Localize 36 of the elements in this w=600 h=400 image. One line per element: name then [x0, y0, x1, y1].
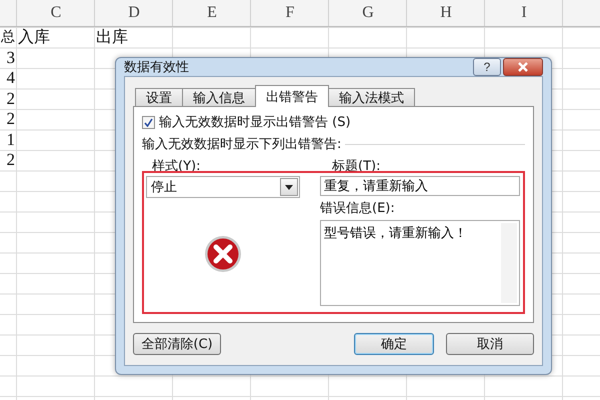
- column-header[interactable]: H: [407, 0, 485, 26]
- column-header[interactable]: G: [329, 0, 407, 26]
- section-label: 输入无效数据时显示下列出错警告:: [142, 136, 342, 153]
- cell-text: 2: [6, 109, 15, 130]
- column-header[interactable]: E: [173, 0, 251, 26]
- message-field[interactable]: 型号错误，请重新输入！: [320, 220, 520, 306]
- tab[interactable]: 输入法模式: [328, 88, 415, 107]
- cell-text: 1: [6, 130, 15, 150]
- cell-text: 2: [6, 88, 15, 109]
- window-title: 数据有效性: [124, 59, 189, 76]
- style-dropdown[interactable]: 停止: [146, 176, 300, 198]
- column-header[interactable]: I: [485, 0, 563, 26]
- close-button[interactable]: [503, 58, 543, 76]
- clear-all-button[interactable]: 全部清除(C): [133, 333, 221, 355]
- tab[interactable]: 输入信息: [182, 88, 256, 107]
- checkbox[interactable]: [142, 116, 155, 128]
- column-header[interactable]: D: [95, 0, 173, 26]
- style-label: 样式(Y):: [152, 158, 202, 175]
- checkbox-label[interactable]: 输入无效数据时显示出错警告 (S): [159, 113, 351, 131]
- close-icon: [517, 62, 529, 72]
- column-header[interactable]: C: [17, 0, 95, 26]
- cell-text: 4: [6, 68, 15, 88]
- error-icon: [204, 234, 242, 272]
- cell-text: 出库: [96, 27, 128, 48]
- cell-text: 3: [6, 48, 15, 68]
- cell-text: 入库: [18, 27, 50, 48]
- column-header[interactable]: F: [251, 0, 329, 26]
- title-field[interactable]: 重复，请重新输入: [320, 176, 520, 196]
- cancel-button[interactable]: 取消: [446, 333, 534, 355]
- ok-button[interactable]: 确定: [354, 333, 434, 355]
- cell-text: 2: [6, 150, 15, 170]
- message-label: 错误信息(E):: [320, 200, 396, 217]
- tab[interactable]: 设置: [135, 88, 183, 107]
- cell-text: 总: [1, 28, 15, 47]
- help-button[interactable]: ?: [473, 58, 501, 76]
- tab[interactable]: 出错警告: [255, 85, 329, 107]
